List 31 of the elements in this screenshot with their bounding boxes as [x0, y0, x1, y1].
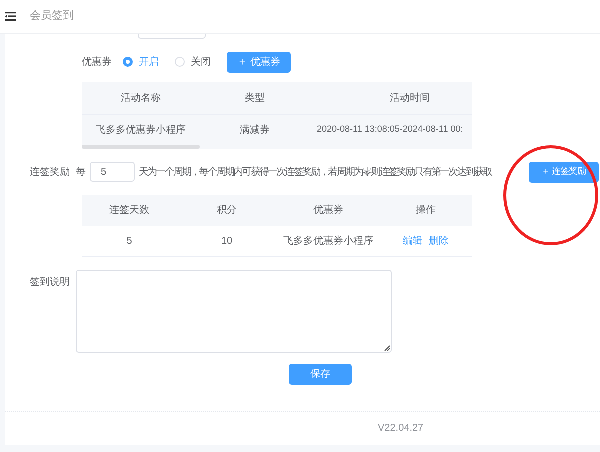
cycle-description: 天为一个周期，每个周期内可获得一次连签奖励，若周期为零则连签奖励只有第一次达到获取 [139, 166, 492, 180]
cycle-days-input[interactable]: 5 [90, 162, 135, 182]
edit-link[interactable]: 编辑 [403, 234, 423, 248]
resize-handle-icon[interactable] [384, 345, 390, 351]
table-cell-text: 飞多多优惠券小程序 [95, 124, 187, 138]
column-header: 类型 [244, 92, 266, 106]
radio-option[interactable]: 开启 [123, 54, 159, 70]
field-text: 每 [76, 166, 86, 180]
save-button[interactable]: 保存 [289, 364, 352, 385]
field-label: 优惠券 [82, 56, 112, 70]
field-label: 签到说明 [30, 276, 70, 290]
version-text: V22.04.27 [378, 422, 424, 436]
menu-icon[interactable] [5, 12, 16, 21]
field-label: 连签奖励 [30, 166, 70, 180]
delete-link[interactable]: 删除 [429, 234, 449, 248]
column-header: 活动时间 [389, 92, 431, 106]
input-field[interactable] [138, 34, 206, 39]
add-coupon-button[interactable]: ＋ 优惠券 [227, 52, 291, 72]
table-cell-text: 5 [126, 234, 134, 248]
table-cell-text: 满减券 [239, 124, 271, 138]
table-cell-text: 飞多多优惠券小程序 [282, 234, 374, 248]
column-header: 活动名称 [120, 92, 162, 106]
column-header: 连签天数 [108, 204, 150, 218]
page-title: 会员签到 [30, 9, 74, 24]
add-streak-reward-button[interactable]: ＋ 连签奖励 [529, 162, 599, 182]
table-cell-text: 10 [220, 234, 234, 248]
column-header: 操作 [415, 204, 437, 218]
column-header: 优惠券 [312, 204, 344, 218]
radio-option[interactable]: 关闭 [175, 54, 211, 70]
column-header: 积分 [216, 204, 238, 218]
table-cell-text: 2020-08-11 13:08:05-2024-08-11 00: [316, 123, 464, 136]
